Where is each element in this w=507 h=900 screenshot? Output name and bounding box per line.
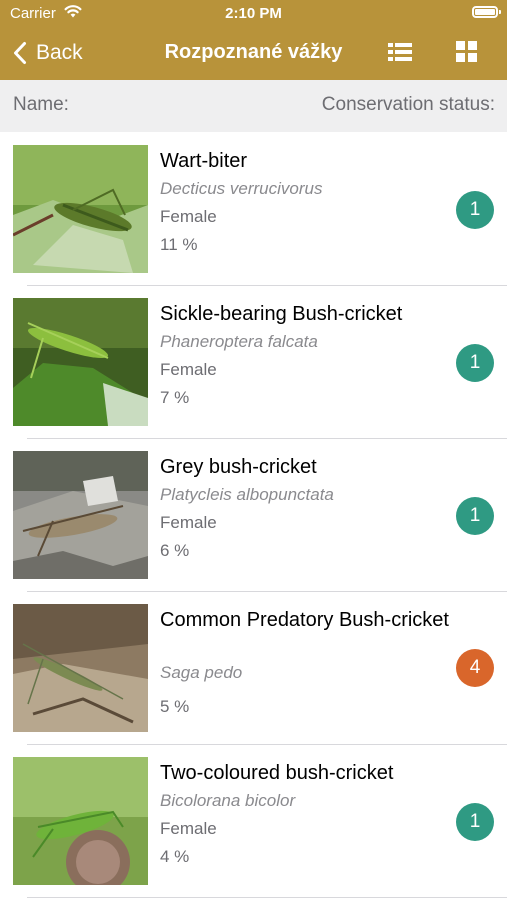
conservation-status-badge: 1 [456,344,494,382]
species-photo [13,451,148,579]
species-name: Grey bush-cricket [160,456,317,478]
species-photo [13,145,148,273]
species-name: Common Predatory Bush-cricket [160,609,449,631]
status-bar: Carrier 2:10 PM [0,0,507,28]
species-row[interactable]: Common Predatory Bush-cricket Saga pedo … [0,592,507,745]
match-percent: 5 % [160,697,190,716]
grasshopper-on-leaf-image [13,145,148,273]
latin-name: Platycleis albopunctata [160,485,334,504]
conservation-status-column-label: Conservation status: [321,94,495,115]
species-photo [13,757,148,885]
name-column-label: Name: [13,94,69,115]
cricket-on-flower-image [13,757,148,885]
column-header: Name: Conservation status: [0,80,507,132]
clock: 2:10 PM [225,5,282,22]
species-row[interactable]: Two-coloured bush-cricket Bicolorana bic… [0,745,507,898]
latin-name: Decticus verrucivorus [160,179,323,198]
species-row[interactable]: Wart-biter Decticus verrucivorus Female … [0,133,507,286]
sex-label: Female [160,360,217,379]
species-row[interactable]: Grey bush-cricket Platycleis albopunctat… [0,439,507,592]
list-view-icon[interactable] [388,42,412,62]
species-name: Two-coloured bush-cricket [160,762,394,784]
species-photo [13,604,148,732]
latin-name: Phaneroptera falcata [160,332,318,351]
species-row[interactable]: Sickle-bearing Bush-cricket Phaneroptera… [0,286,507,439]
sex-label: Female [160,819,217,838]
latin-name: Bicolorana bicolor [160,791,296,810]
species-name: Wart-biter [160,150,248,172]
grid-view-icon[interactable] [456,41,477,62]
app-header: Carrier 2:10 PM Back Rozpoznané vážky [0,0,507,80]
grey-cricket-on-rock-image [13,451,148,579]
row-divider [27,897,507,898]
conservation-status-badge: 1 [456,191,494,229]
match-percent: 4 % [160,847,190,866]
sex-label: Female [160,207,217,226]
conservation-status-badge: 1 [456,497,494,535]
navigation-bar: Back Rozpoznané vážky [0,28,507,80]
species-name: Sickle-bearing Bush-cricket [160,303,403,325]
page-title: Rozpoznané vážky [164,41,343,63]
battery-icon [472,6,501,18]
match-percent: 6 % [160,541,190,560]
green-cricket-on-leaf-image [13,298,148,426]
latin-name: Saga pedo [160,663,243,682]
conservation-status-badge: 4 [456,649,494,687]
match-percent: 11 % [160,235,198,254]
species-photo [13,298,148,426]
match-percent: 7 % [160,388,190,407]
cricket-on-ground-image [13,604,148,732]
sex-label: Female [160,513,217,532]
conservation-status-badge: 1 [456,803,494,841]
